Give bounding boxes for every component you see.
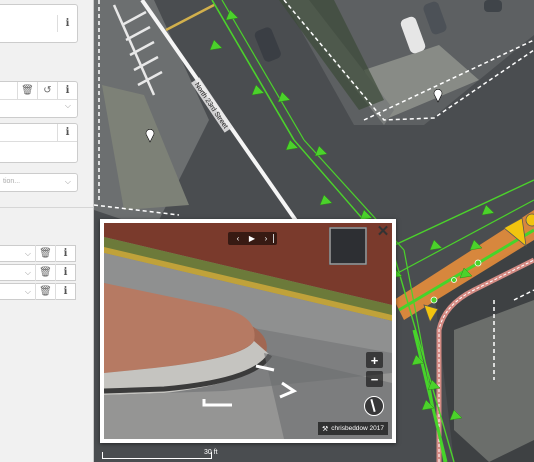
delete-icon[interactable]: 🗑 (35, 264, 55, 281)
chevron-down-icon[interactable]: ⌵ (65, 101, 71, 111)
info-button[interactable]: i (57, 15, 77, 32)
delete-icon[interactable]: 🗑 (35, 245, 55, 262)
scale-line (102, 452, 212, 459)
info-button[interactable]: i (55, 245, 75, 262)
preset-search-placeholder: tion... (3, 178, 21, 185)
scale-label: 30 ft (204, 449, 218, 456)
sidebar: i 🗑 ↺ i ⌵ i tion... ⌵ ⌵ 🗑 i ⌵ 🗑 i ⌵ 🗑 i (0, 0, 94, 462)
preset-search[interactable]: tion... ⌵ (0, 173, 78, 192)
delete-icon[interactable]: 🗑 (17, 82, 37, 99)
field-box-3: i (0, 123, 78, 163)
play-button[interactable]: ▶ (245, 234, 259, 243)
compass-icon[interactable] (364, 396, 384, 416)
chevron-down-icon[interactable]: ⌵ (25, 249, 31, 259)
info-button[interactable]: i (55, 283, 75, 300)
undo-icon[interactable]: ↺ (37, 82, 57, 99)
zoom-in-button[interactable]: + (366, 352, 383, 368)
chevron-down-icon[interactable]: ⌵ (25, 268, 31, 278)
field-box-2: 🗑 ↺ i ⌵ (0, 81, 78, 118)
close-button[interactable]: ✕ (375, 223, 391, 240)
next-button[interactable]: › (259, 234, 273, 243)
prev-button[interactable]: ‹ (231, 234, 245, 243)
member-row[interactable]: ⌵ 🗑 i (0, 283, 76, 300)
divider (273, 234, 274, 243)
field-box-top: i (0, 4, 78, 43)
street-view-panel: ‹ ▶ › + − ⚒ chrisbeddow 2017 ✕ (100, 219, 396, 443)
camera-icon: ⚒ (321, 425, 329, 433)
info-button[interactable]: i (57, 82, 77, 99)
scale-bar: 30 ft (100, 449, 220, 462)
member-row[interactable]: ⌵ 🗑 i (0, 245, 76, 262)
chevron-down-icon[interactable]: ⌵ (25, 287, 31, 297)
attribution[interactable]: ⚒ chrisbeddow 2017 (317, 422, 388, 435)
sequence-nav: ‹ ▶ › (228, 232, 277, 245)
divider (0, 207, 93, 208)
zoom-out-button[interactable]: − (366, 371, 383, 387)
info-button[interactable]: i (55, 264, 75, 281)
info-button[interactable]: i (57, 124, 77, 141)
street-view-photo[interactable]: ‹ ▶ › + − ⚒ chrisbeddow 2017 (104, 223, 392, 439)
delete-icon[interactable]: 🗑 (35, 283, 55, 300)
member-row[interactable]: ⌵ 🗑 i (0, 264, 76, 281)
attribution-text: chrisbeddow 2017 (331, 425, 384, 432)
street-view-image (104, 223, 392, 439)
chevron-down-icon[interactable]: ⌵ (65, 177, 71, 187)
